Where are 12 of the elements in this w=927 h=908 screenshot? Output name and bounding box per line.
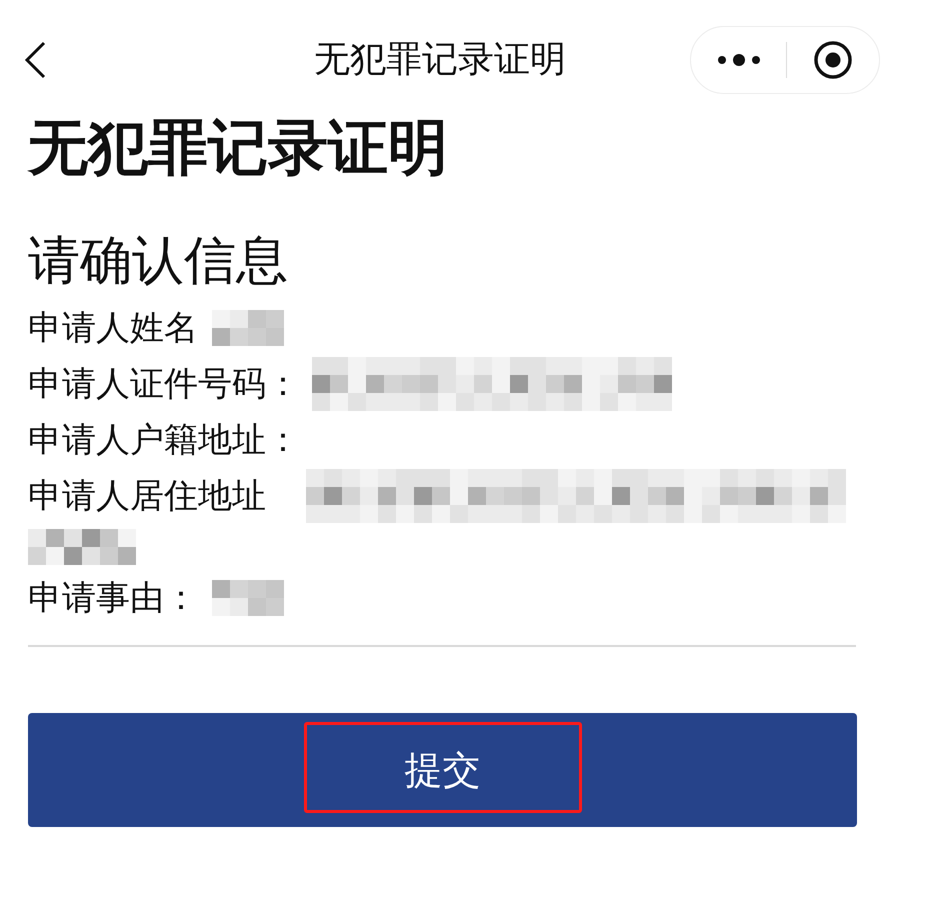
nav-title: 无犯罪记录证明: [314, 38, 566, 82]
page-title: 无犯罪记录证明: [28, 112, 448, 184]
submit-button[interactable]: 提交: [28, 713, 857, 827]
field-label: 申请人证件号码：: [28, 363, 300, 406]
field-label: 申请事由：: [28, 577, 198, 620]
back-chevron-icon[interactable]: [24, 41, 46, 79]
field-label: 申请人户籍地址：: [28, 419, 300, 462]
target-icon[interactable]: [813, 40, 853, 80]
field-label: 申请人姓名: [28, 307, 198, 350]
section-title: 请确认信息: [28, 230, 288, 293]
more-dots-icon[interactable]: [716, 53, 760, 67]
field-label: 申请人居住地址: [28, 475, 266, 518]
